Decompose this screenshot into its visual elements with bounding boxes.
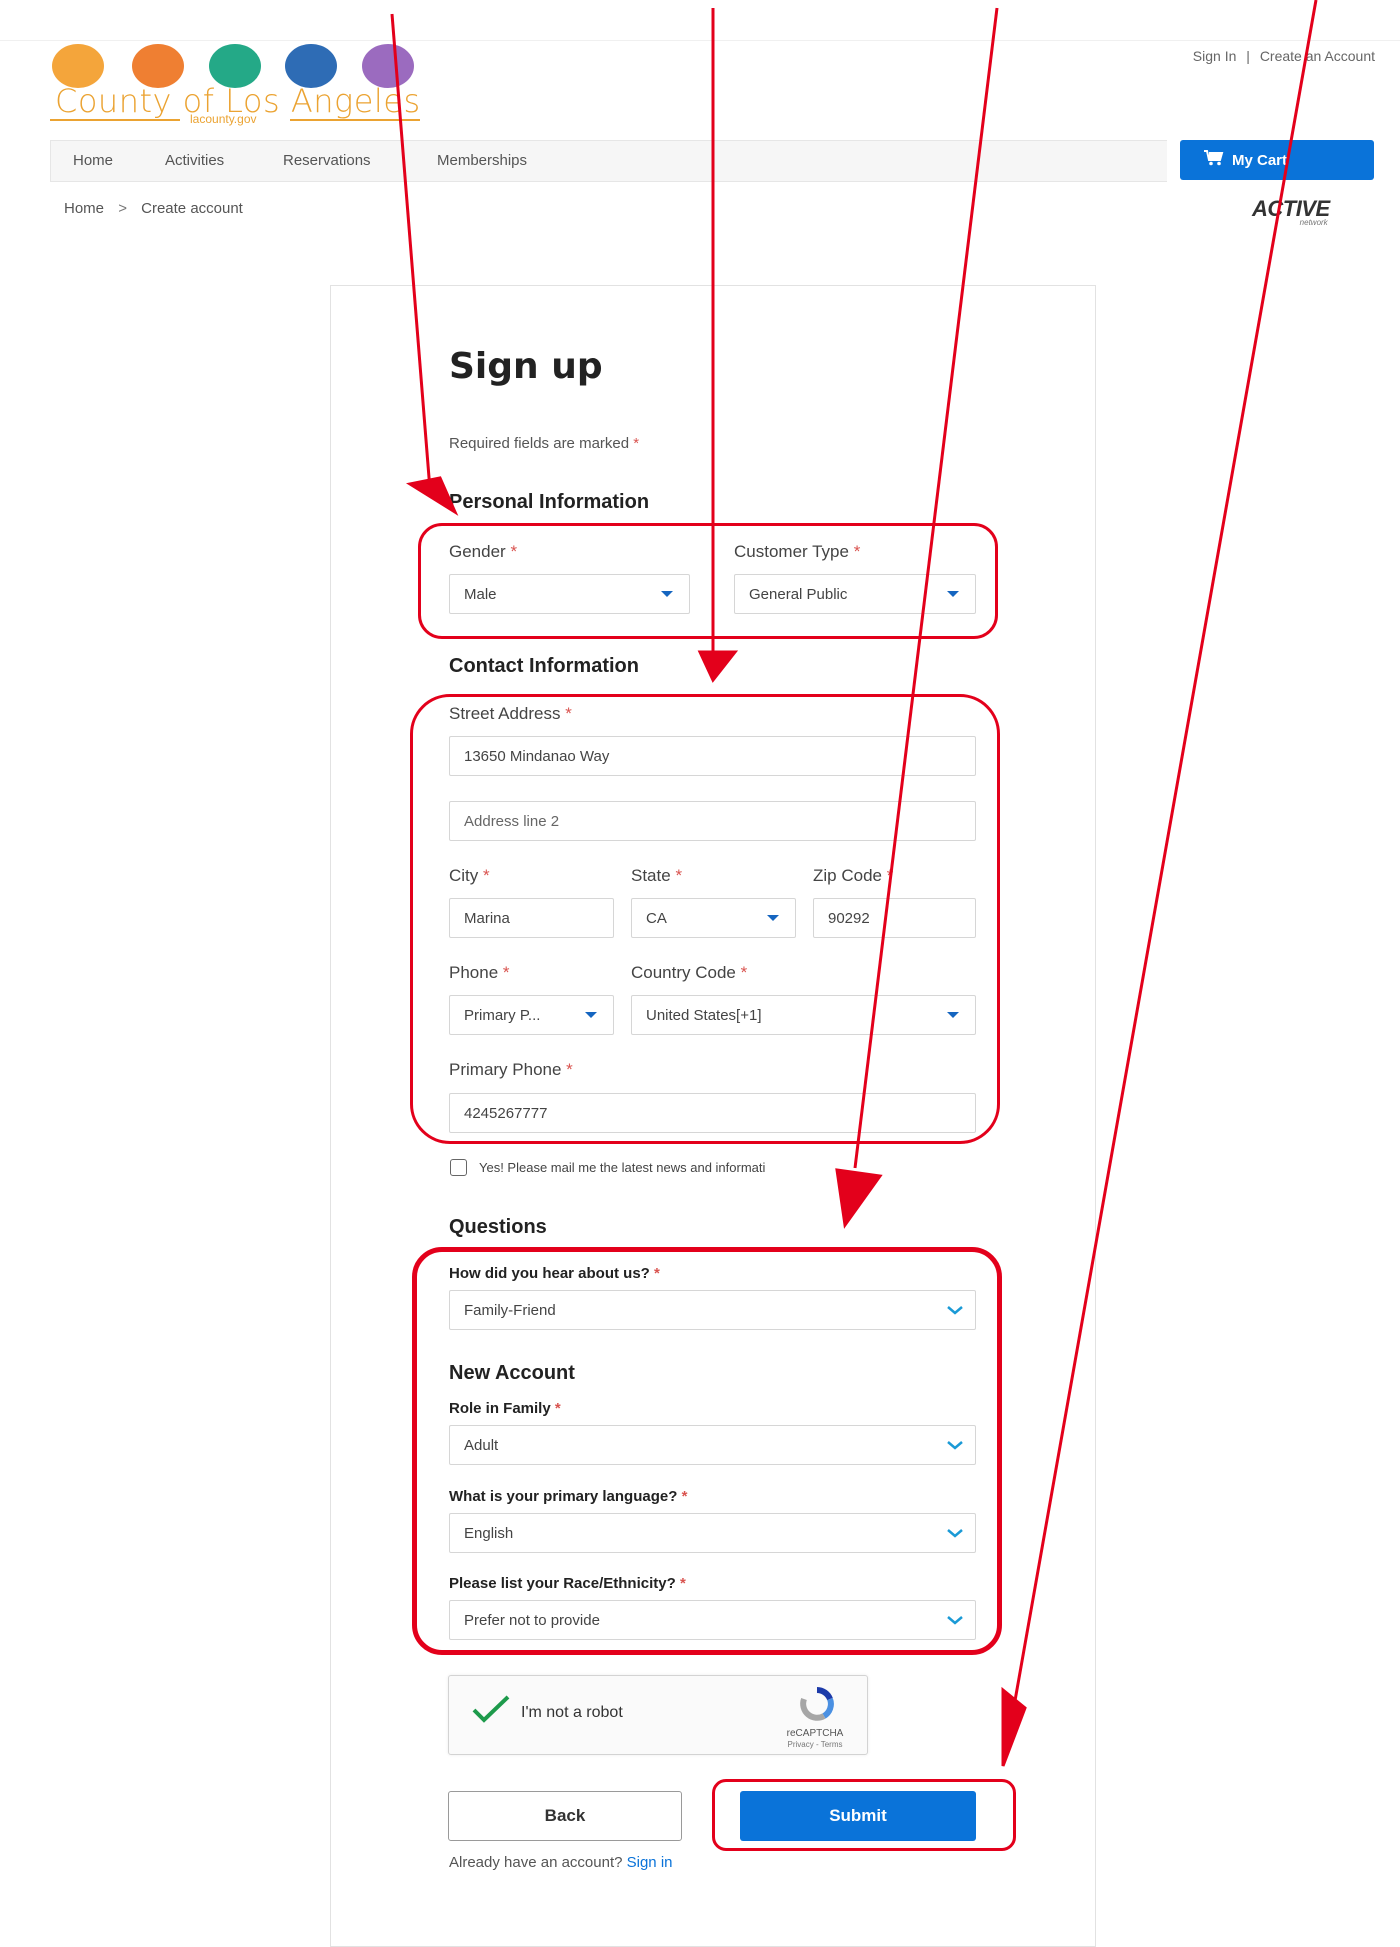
annotation-arrow-line bbox=[1011, 0, 1318, 1713]
annotation-arrow-line bbox=[390, 13, 432, 491]
annotation-arrowhead bbox=[1001, 1686, 1027, 1767]
annotation-arrowhead bbox=[697, 650, 739, 683]
annotation-arrowhead bbox=[405, 476, 459, 516]
annotation-arrowhead bbox=[835, 1168, 883, 1229]
annotation-arrow-line bbox=[853, 7, 999, 1169]
annotation-arrows bbox=[390, 0, 1318, 1767]
